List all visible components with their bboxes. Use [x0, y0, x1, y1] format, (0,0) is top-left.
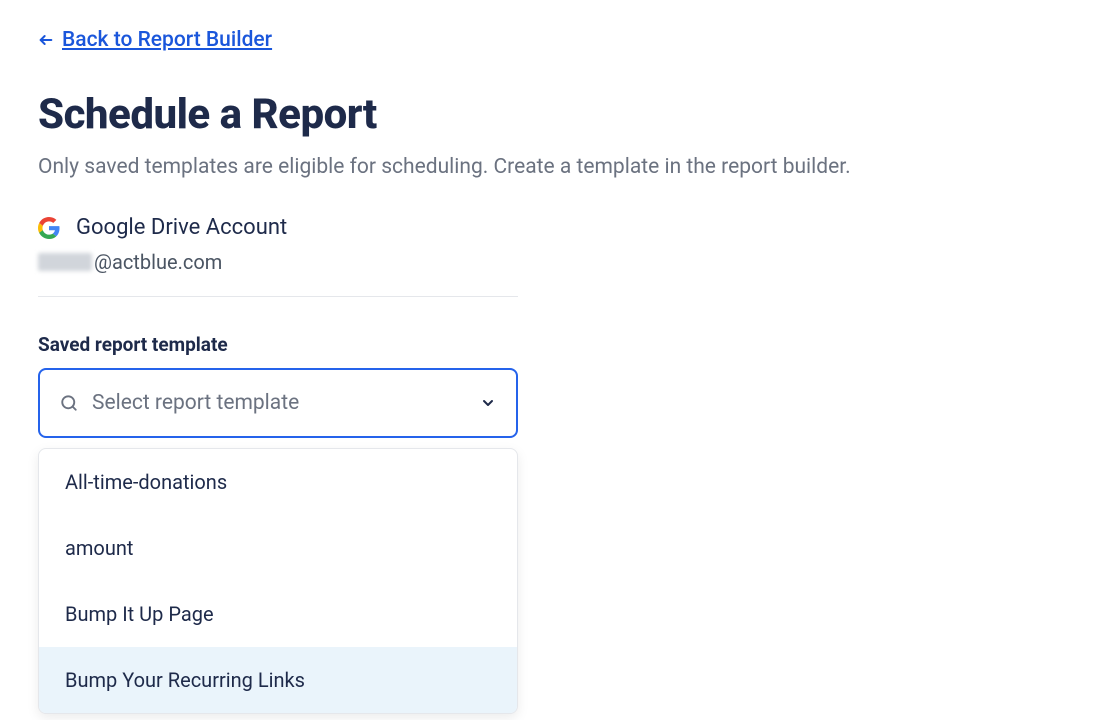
template-option[interactable]: Bump It Up Page: [39, 581, 517, 647]
google-icon: [38, 217, 60, 239]
template-option[interactable]: Bump Your Recurring Links: [39, 647, 517, 713]
google-drive-account-section: Google Drive Account @actblue.com: [38, 215, 1082, 297]
email-domain: @actblue.com: [94, 250, 222, 274]
template-option[interactable]: All-time-donations: [39, 449, 517, 515]
search-icon: [60, 394, 78, 412]
saved-report-template-section: Saved report template Select report temp…: [38, 333, 1082, 438]
template-select-label: Saved report template: [38, 333, 1082, 356]
email-redacted-portion: [38, 253, 92, 271]
template-select-input[interactable]: Select report template: [38, 368, 518, 438]
template-option[interactable]: amount: [39, 515, 517, 581]
back-to-report-builder-link[interactable]: Back to Report Builder: [38, 28, 272, 52]
template-select-placeholder: Select report template: [92, 391, 466, 415]
page-subtitle: Only saved templates are eligible for sc…: [38, 155, 1082, 179]
page-title: Schedule a Report: [38, 90, 1082, 139]
account-email: @actblue.com: [38, 250, 1082, 274]
account-label: Google Drive Account: [76, 215, 287, 240]
arrow-left-icon: [38, 32, 54, 48]
back-link-label: Back to Report Builder: [62, 28, 272, 52]
chevron-down-icon: [480, 395, 496, 411]
section-divider: [38, 296, 518, 297]
template-dropdown: All-time-donationsamountBump It Up PageB…: [38, 448, 518, 714]
